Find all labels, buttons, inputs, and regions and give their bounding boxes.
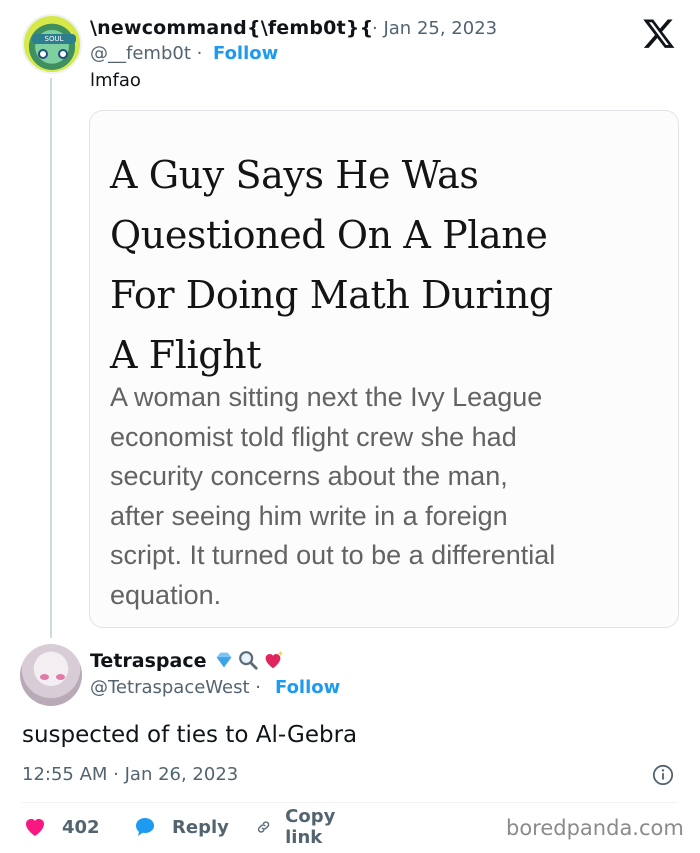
magnifier-icon [239,651,258,670]
handle-text: @TetraspaceWest [90,677,250,698]
follow-button[interactable]: Follow [213,43,278,64]
avatar-band: SOUL [32,34,76,44]
embedded-image-card[interactable]: A Guy Says He Was Questioned On A Plane … [89,110,679,628]
reply-badges [213,648,285,672]
avatar-eye-right [58,49,68,59]
tweet-text: lmfao [90,70,141,91]
gem-icon [216,652,232,668]
divider [22,802,678,803]
image-headline: A Guy Says He Was Questioned On A Plane … [110,153,553,377]
handle-text: @__femb0t [90,43,191,64]
reply-label: Reply [172,816,229,838]
link-icon [257,821,270,833]
avatar-eye-right [56,674,65,680]
reply-avatar[interactable] [20,644,82,706]
reply-follow-button[interactable]: Follow [275,677,340,698]
avatar-eye-left [40,674,49,680]
image-subtext: A woman sitting next the Ivy League econ… [110,382,556,610]
thread-connector-line [50,78,52,638]
reply-button[interactable]: Reply [132,814,229,840]
like-button[interactable]: 402 [22,814,100,840]
handle-separator: · [196,43,203,64]
like-count: 402 [62,816,100,838]
reply-author-name[interactable]: Tetraspace [90,650,206,672]
watermark: boredpanda.com [506,816,684,840]
reply-timestamp[interactable]: 12:55 AM · Jan 26, 2023 [22,764,238,785]
avatar-eye-left [38,49,48,59]
copy-link-button[interactable]: Copy link [256,806,344,848]
reply-text: suspected of ties to Al-Gebra [22,722,358,748]
author-name[interactable]: \newcommand{\femb0t}{ [90,17,373,39]
sparkling-heart-icon [265,650,283,669]
info-icon[interactable] [652,764,674,786]
heart-icon [26,819,44,836]
copy-link-label: Copy link [285,806,336,848]
avatar[interactable]: SOUL [22,14,82,74]
date-separator: · [372,18,378,39]
tweet-date[interactable]: · Jan 25, 2023 [372,18,497,39]
date-text: Jan 25, 2023 [383,18,498,39]
reply-author-handle[interactable]: @TetraspaceWest · [90,677,261,698]
handle-separator: · [255,677,262,698]
speech-bubble-icon [136,818,154,836]
x-logo-icon[interactable] [642,16,676,50]
author-handle[interactable]: @__femb0t · [90,43,202,64]
